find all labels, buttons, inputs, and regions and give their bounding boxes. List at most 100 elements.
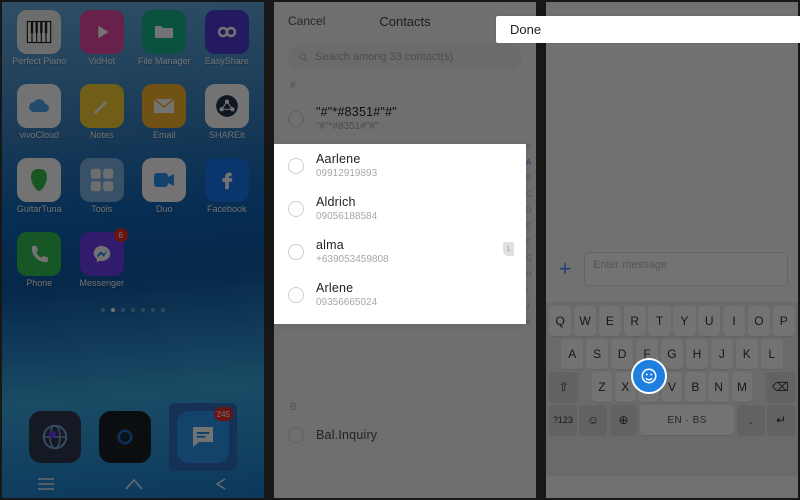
rail-letter[interactable]: J [526,302,532,311]
key-l[interactable]: L [761,339,783,369]
key-p[interactable]: P [773,306,795,336]
key-shift[interactable]: ⇧ [549,372,578,402]
key-o[interactable]: O [748,306,770,336]
rail-letter[interactable]: G [526,254,532,263]
message-input[interactable]: Enter message [584,252,788,286]
dock-messages[interactable]: 245 [177,411,229,463]
rail-letter[interactable]: K [526,318,532,327]
app-label: Email [153,131,176,140]
radio-unchecked[interactable] [288,244,304,260]
key-k[interactable]: K [736,339,758,369]
app-shareit[interactable]: SHAREit [196,84,259,154]
rail-letter[interactable]: A [526,158,532,167]
toolsfolder-icon [80,158,124,202]
rail-letter[interactable]: F [526,238,532,247]
search-placeholder: Search among 33 contact(s) [315,51,453,63]
dock: 245 [2,404,264,470]
dock-browser[interactable] [29,411,81,463]
key-backspace[interactable]: ⌫ [766,372,795,402]
key-m[interactable]: M [732,372,753,402]
app-vidhot[interactable]: VidHot [71,10,134,80]
radio-unchecked[interactable] [288,287,304,303]
key-t[interactable]: T [648,306,670,336]
app-phone[interactable]: Phone [8,232,71,302]
cancel-button[interactable]: Cancel [288,14,325,28]
radio-unchecked[interactable] [288,201,304,217]
key-q[interactable]: Q [549,306,571,336]
key-w[interactable]: W [574,306,596,336]
messenger-icon: 6 [80,232,124,276]
key-s[interactable]: S [586,339,608,369]
contact-name: Aldrich [316,195,377,209]
rail-letter[interactable]: B [526,174,532,183]
back-icon[interactable] [213,477,229,491]
key-j[interactable]: J [711,339,733,369]
key-emoji[interactable]: ☺ [579,405,607,435]
app-vivocloud[interactable]: vivoCloud [8,84,71,154]
rail-letter[interactable]: I [526,286,532,295]
key-b[interactable]: B [685,372,706,402]
app-duo[interactable]: Duo [133,158,196,228]
key-enter[interactable]: ↵ [767,405,795,435]
rail-letter[interactable]: D [526,206,532,215]
contacts-title: Contacts [379,14,430,29]
page-indicator [2,308,264,312]
contact-row[interactable]: Aarlene09912919893 [274,144,526,187]
alpha-index-rail[interactable]: # ABCDEFGHIJK [526,142,532,327]
compose-area: + Enter message [546,244,798,294]
menu-icon[interactable] [37,477,55,491]
app-guitartuna[interactable]: GuitarTuna [8,158,71,228]
app-notes[interactable]: Notes [71,84,134,154]
app-facebook[interactable]: Facebook [196,158,259,228]
rail-letter[interactable]: C [526,190,532,199]
compose-panel: + Enter message QWERTYUIOP ASDFGHJKL ⇧ZX… [546,2,798,498]
app-label: vivoCloud [19,131,59,140]
app-grid: Perfect Piano VidHotFile ManagerEasyShare… [2,2,264,302]
app-easyshare[interactable]: EasyShare [196,10,259,80]
contact-phone: 09356665024 [316,297,377,308]
app-messenger[interactable]: 6Messenger [71,232,134,302]
radio-unchecked[interactable] [288,427,304,443]
key-space[interactable]: EN · BS [640,405,735,435]
search-input[interactable]: Search among 33 contact(s) [288,44,522,70]
toolbar-emoji-highlight[interactable] [631,358,667,394]
dock-camera[interactable] [99,411,151,463]
contact-row-special[interactable]: "#"*#8351#"#" "#"*#8351#"#" [274,97,536,140]
key-symbols[interactable]: ?123 [549,405,577,435]
rail-letter[interactable]: # [526,142,532,151]
key-a[interactable]: A [561,339,583,369]
key-d[interactable]: D [611,339,633,369]
contact-row[interactable]: Arlene09356665024 [274,273,526,316]
app-label: Perfect Piano [12,57,66,66]
key-globe[interactable]: ⊕ [610,405,638,435]
app-perfect-piano[interactable]: Perfect Piano [8,10,71,80]
key-n[interactable]: N [708,372,729,402]
video-icon [142,158,186,202]
add-attachment-button[interactable]: + [556,260,574,278]
contact-row[interactable]: Bal.Inquiry [274,419,536,451]
rail-letter[interactable]: H [526,270,532,279]
key-period[interactable]: . [737,405,765,435]
app-label: Tools [91,205,112,214]
contact-phone: 09912919893 [316,168,377,179]
app-tools[interactable]: Tools [71,158,134,228]
key-h[interactable]: H [686,339,708,369]
contacts-list-highlight: Aarlene09912919893Aldrich09056188584alma… [274,144,526,324]
done-button[interactable]: Done [496,16,800,43]
app-file-manager[interactable]: File Manager [133,10,196,80]
key-u[interactable]: U [698,306,720,336]
contact-row[interactable]: alma+6390534598081 [274,230,526,273]
rail-letter[interactable]: E [526,222,532,231]
key-e[interactable]: E [599,306,621,336]
key-y[interactable]: Y [673,306,695,336]
app-email[interactable]: Email [133,84,196,154]
home-outline-icon[interactable] [124,477,144,491]
radio-unchecked[interactable] [288,111,304,127]
key-g[interactable]: G [661,339,683,369]
key-r[interactable]: R [624,306,646,336]
key-i[interactable]: I [723,306,745,336]
facebook-icon [205,158,249,202]
radio-unchecked[interactable] [288,158,304,174]
key-z[interactable]: Z [592,372,613,402]
contact-row[interactable]: Aldrich09056188584 [274,187,526,230]
